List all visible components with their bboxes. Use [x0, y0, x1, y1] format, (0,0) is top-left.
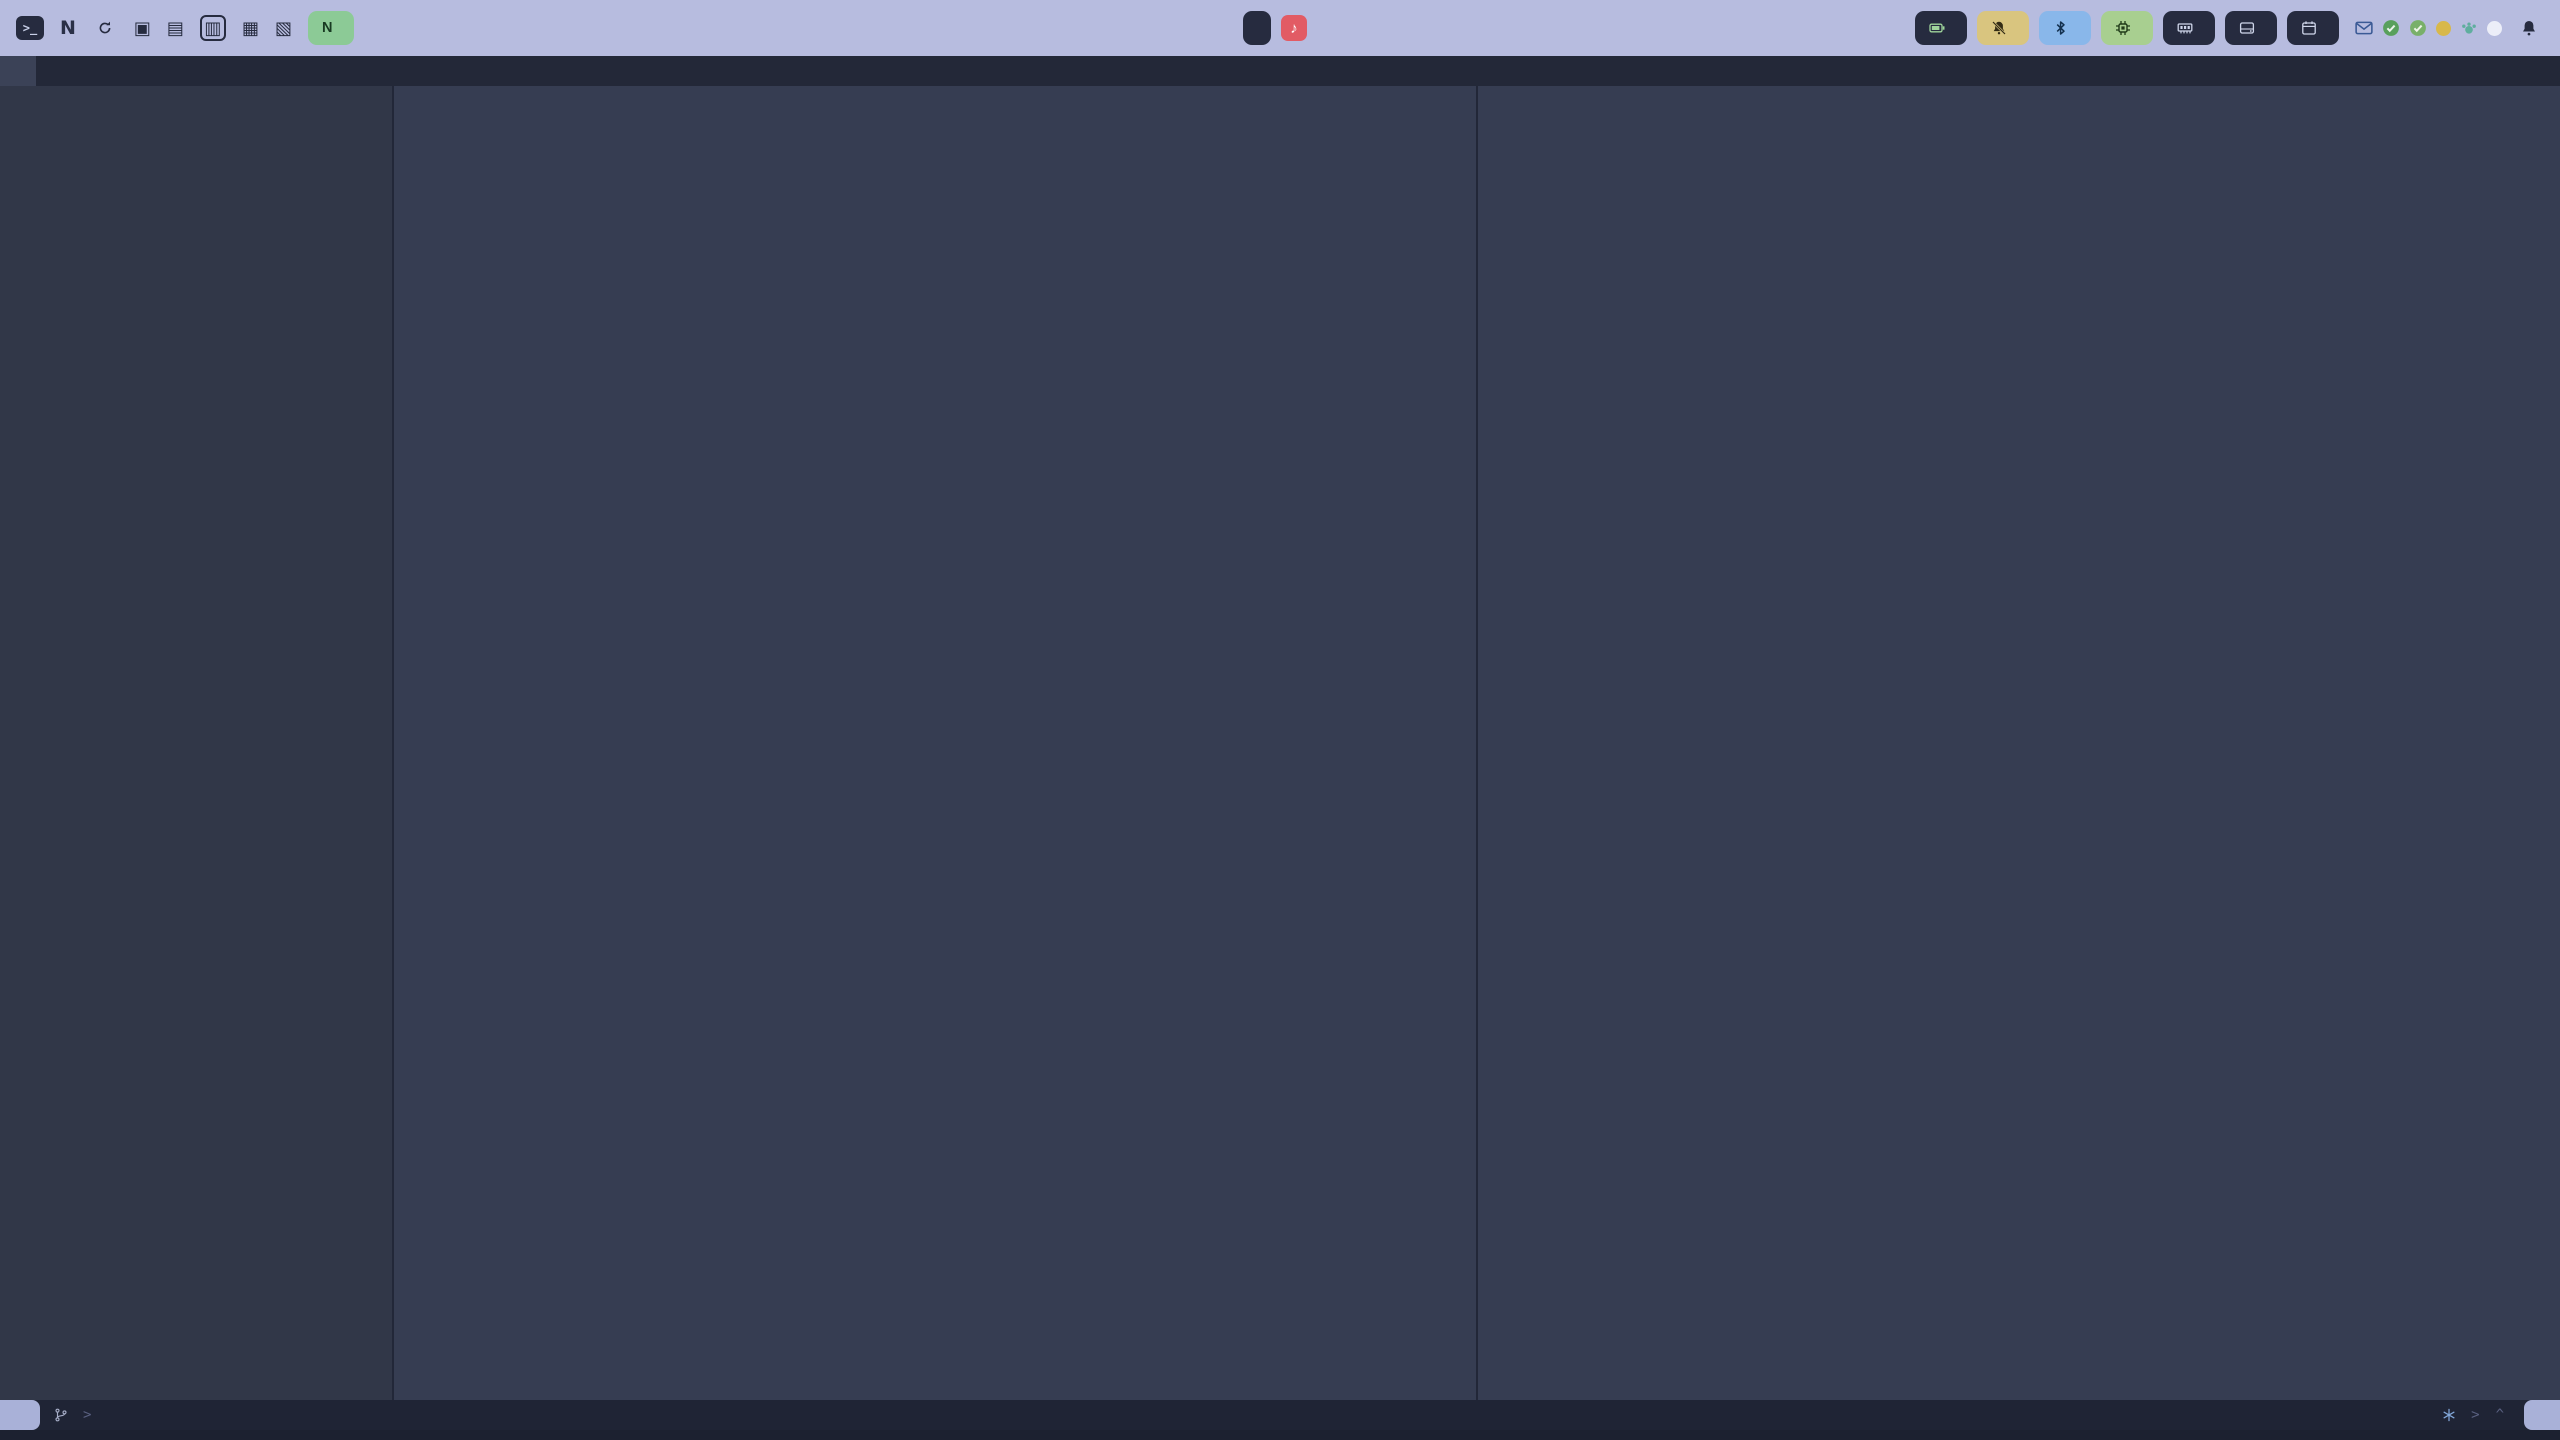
cursor-position — [2524, 1400, 2560, 1430]
paw-icon[interactable] — [2460, 19, 2478, 37]
cpu-module[interactable] — [2101, 11, 2153, 45]
disk-icon — [2239, 20, 2255, 36]
workspace-icon[interactable]: ▤ — [167, 19, 184, 37]
system-tray — [2355, 19, 2502, 37]
battery-module[interactable] — [1915, 11, 1967, 45]
editor-area — [0, 86, 2560, 1400]
refresh-icon[interactable] — [92, 15, 118, 41]
tree-pane-title[interactable] — [0, 56, 36, 86]
disk-module[interactable] — [2225, 11, 2277, 45]
nix-snowflake-icon — [2442, 1408, 2456, 1422]
workspace-icon-active[interactable]: ▥ — [200, 15, 226, 41]
neovim-icon[interactable]: N — [60, 17, 76, 39]
notification-module[interactable] — [2520, 19, 2544, 37]
separator: ^ — [2496, 1407, 2504, 1423]
file-tree — [0, 86, 394, 1400]
workspace-icon[interactable]: ▧ — [275, 19, 292, 37]
tray-app-icon[interactable] — [2436, 21, 2451, 36]
bell-off-icon — [1991, 20, 2007, 36]
desktop: >_ N ▣ ▤ ▥ ▦ ▧ N ♪ — [0, 0, 2560, 1440]
battery-icon — [1929, 20, 1945, 36]
now-playing-title[interactable] — [1243, 11, 1271, 45]
workspace-icon[interactable]: ▣ — [134, 19, 151, 37]
bluetooth-icon — [2053, 20, 2069, 36]
terminal-icon[interactable]: >_ — [16, 16, 44, 40]
separator: > — [2471, 1407, 2479, 1423]
editor-pane-right[interactable] — [1478, 86, 2560, 1400]
dnd-module[interactable] — [1977, 11, 2029, 45]
check-circle-icon[interactable] — [2409, 19, 2427, 37]
active-window-badge[interactable]: N — [308, 11, 354, 45]
workspace-icon[interactable]: ▦ — [242, 19, 259, 37]
bluetooth-module[interactable] — [2039, 11, 2091, 45]
tabline — [0, 56, 2560, 86]
ram-icon — [2177, 20, 2193, 36]
git-branch-icon — [54, 1408, 68, 1422]
separator: > — [83, 1407, 91, 1423]
mail-icon[interactable] — [2355, 19, 2373, 37]
mode-indicator — [0, 1400, 40, 1430]
neovim-window: > > ^ — [0, 56, 2560, 1440]
editor-pane-left[interactable] — [394, 86, 1476, 1400]
cpu-icon — [2115, 20, 2131, 36]
bell-icon — [2520, 19, 2538, 37]
calendar-icon — [2301, 20, 2317, 36]
command-line[interactable] — [0, 1430, 2560, 1440]
check-circle-icon[interactable] — [2382, 19, 2400, 37]
statusline: > > ^ — [0, 1400, 2560, 1430]
filetype-indicator — [2442, 1408, 2463, 1422]
workspace-glyph: ▥ — [204, 19, 221, 37]
neovide-icon: N — [322, 20, 332, 36]
tray-app-icon[interactable] — [2487, 21, 2502, 36]
bar-right-modules — [1915, 11, 2544, 45]
system-bar: >_ N ▣ ▤ ▥ ▦ ▧ N ♪ — [0, 0, 2560, 56]
bar-left-modules: >_ N ▣ ▤ ▥ ▦ ▧ N — [16, 11, 354, 45]
git-branch[interactable] — [54, 1408, 75, 1422]
now-playing-module: ♪ — [1243, 0, 1317, 56]
memory-module[interactable] — [2163, 11, 2215, 45]
clock-module[interactable] — [2287, 11, 2339, 45]
music-note-icon[interactable]: ♪ — [1281, 15, 1307, 41]
